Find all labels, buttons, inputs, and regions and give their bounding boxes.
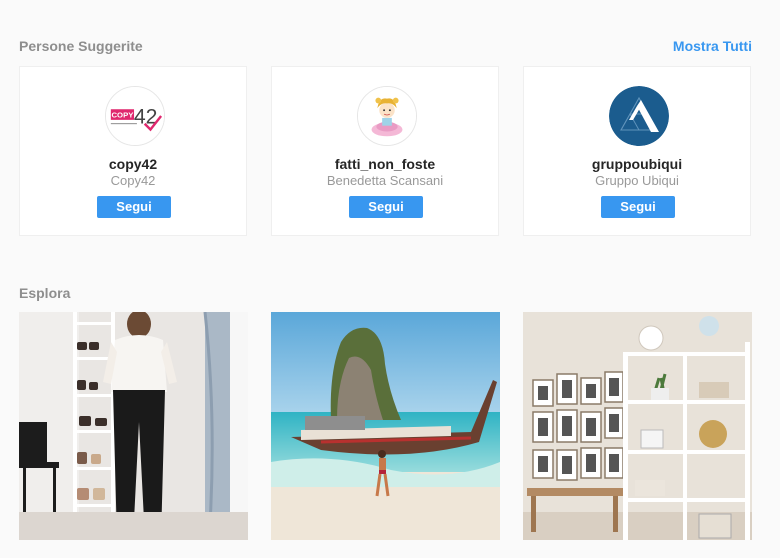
shelf-interior-photo	[523, 312, 752, 540]
suggested-people-title: Persone Suggerite	[19, 38, 143, 54]
fullname: Benedetta Scansani	[326, 173, 444, 188]
follow-button[interactable]: Segui	[349, 196, 423, 218]
username[interactable]: fatti_non_foste	[272, 156, 498, 172]
fullname: Copy42	[110, 173, 156, 188]
outfit-photo	[19, 312, 248, 540]
explore-tile-outfit[interactable]	[19, 312, 248, 540]
follow-button[interactable]: Segui	[601, 196, 675, 218]
username[interactable]: gruppoubiqui	[524, 156, 750, 172]
copy42-logo-icon: COPY 42	[106, 87, 164, 145]
username[interactable]: copy42	[20, 156, 246, 172]
svg-text:COPY: COPY	[111, 110, 134, 119]
avatar-copy42[interactable]: COPY 42	[105, 86, 165, 146]
follow-button[interactable]: Segui	[97, 196, 171, 218]
avatar-gruppoubiqui[interactable]	[609, 86, 669, 146]
suggestion-card-copy42: COPY 42 copy42 Copy42 Segui	[19, 66, 247, 236]
explore-tile-interior[interactable]	[523, 312, 752, 540]
suggestion-card-gruppoubiqui: gruppoubiqui Gruppo Ubiqui Segui	[523, 66, 751, 236]
show-all-link[interactable]: Mostra Tutti	[673, 38, 752, 54]
fullname: Gruppo Ubiqui	[595, 173, 679, 188]
suggestion-card-fatti-non-foste: fatti_non_foste Benedetta Scansani Segui	[271, 66, 499, 236]
explore-title: Esplora	[19, 285, 71, 301]
avatar-fatti-non-foste[interactable]	[357, 86, 417, 146]
explore-tile-beach[interactable]	[271, 312, 500, 540]
ubiqui-logo-icon	[609, 86, 669, 146]
illustrated-girl-icon	[358, 87, 416, 145]
beach-longtail-boat-photo	[271, 312, 500, 540]
